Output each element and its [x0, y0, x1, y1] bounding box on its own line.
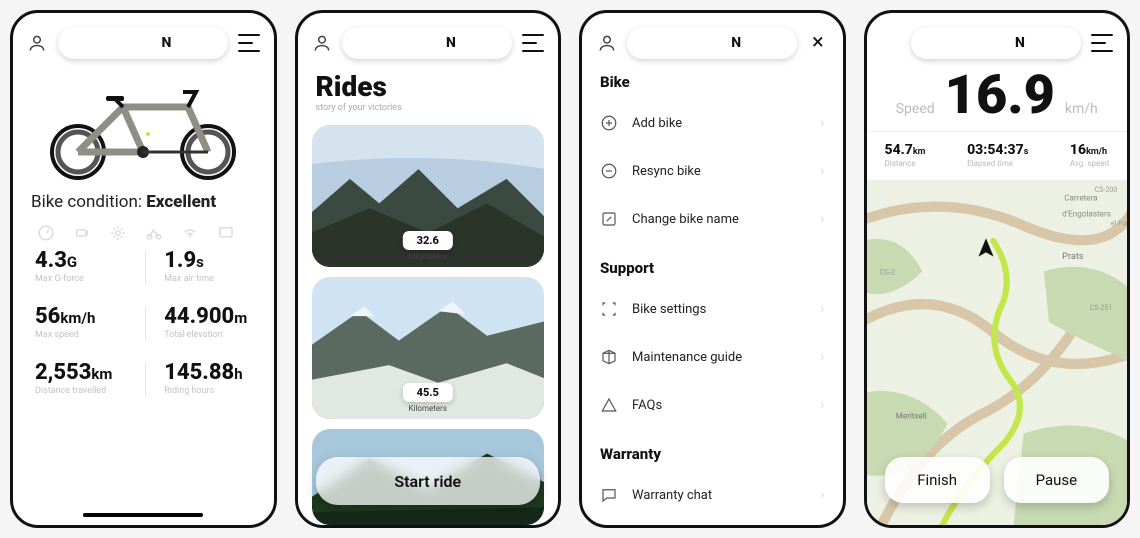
meta-avg: 16km/hAvg. speed: [1070, 142, 1109, 168]
gear-icon: [109, 224, 127, 242]
bike-condition: Bike condition: Excellent: [13, 184, 274, 218]
svg-text:Carretera: Carretera: [1064, 192, 1097, 202]
svg-text:Prats: Prats: [1062, 252, 1084, 262]
svg-text:CS-251: CS-251: [1089, 303, 1112, 312]
profile-icon[interactable]: [596, 32, 617, 54]
pause-button[interactable]: Pause: [1004, 457, 1109, 503]
screen-icon: [217, 224, 235, 242]
ride-meta: 54.7kmDistance 03:54:37sElapsed time 16k…: [867, 131, 1128, 180]
item-change-name[interactable]: Change bike name›: [600, 195, 825, 243]
svg-text:el Forn: el Forn: [1110, 219, 1127, 228]
signal-icon: [181, 224, 199, 242]
finish-button[interactable]: Finish: [885, 457, 990, 503]
meta-elapsed: 03:54:37sElapsed time: [967, 142, 1028, 168]
screen-home: SIRYON Bike condition: Excellent: [10, 10, 277, 528]
stat-elevation: 44.900mTotal elevation: [145, 306, 255, 340]
menu-icon[interactable]: [1091, 32, 1113, 54]
location-cursor-icon: [973, 235, 999, 265]
section-support: Support: [600, 243, 825, 285]
screen-ride-active: SIRYON Speed 16.9 km/h 54.7kmDistance 03…: [864, 10, 1131, 528]
menu-icon[interactable]: [238, 32, 260, 54]
item-add-bike[interactable]: Add bike›: [600, 99, 825, 147]
stats-grid: 4.3GMax G-force 1.9sMax air time 56km/hM…: [13, 250, 274, 396]
topbar: SIRYON: [867, 13, 1128, 69]
speed-value: 16.9: [945, 69, 1055, 123]
ride-controls: Finish Pause: [885, 457, 1110, 503]
ride-card[interactable]: 32.6Kilometers: [312, 125, 545, 267]
ride-distance-badge: 45.5Kilometers: [403, 383, 453, 413]
stat-distance: 2,553kmDistance travelled: [35, 362, 145, 396]
section-warranty: Warranty: [600, 429, 825, 471]
svg-text:d'Engolasters: d'Engolasters: [1062, 209, 1111, 219]
ride-distance-badge: 32.6Kilometers: [403, 231, 453, 261]
bike-image: [13, 69, 274, 184]
brand-pill[interactable]: SIRYON: [627, 27, 797, 59]
rides-header: Rides story of your victories: [298, 69, 559, 115]
svg-text:Meritxell: Meritxell: [895, 410, 926, 420]
svg-text:CG-2: CG-2: [879, 267, 894, 276]
stat-hours: 145.88hRiding hours: [145, 362, 255, 396]
battery-icon: [73, 224, 91, 242]
menu-icon[interactable]: [522, 32, 544, 54]
screen-rides: SIRYON Rides story of your victories 32.…: [295, 10, 562, 528]
stat-airtime: 1.9sMax air time: [145, 250, 255, 284]
svg-text:CS-200: CS-200: [1094, 185, 1117, 194]
page-title: Rides: [316, 73, 559, 101]
topbar: SIRYON: [13, 13, 274, 69]
dashboard-icon: [37, 224, 55, 242]
home-indicator: [83, 513, 203, 517]
condition-icons: [13, 218, 274, 250]
bike-icon: [145, 224, 163, 242]
item-maintenance[interactable]: Maintenance guide›: [600, 333, 825, 381]
close-icon[interactable]: ×: [807, 32, 828, 54]
brand-pill[interactable]: SIRYON: [911, 27, 1081, 59]
item-bike-settings[interactable]: Bike settings›: [600, 285, 825, 333]
start-ride-button[interactable]: Start ride: [316, 457, 541, 505]
screen-settings: SIRYON × Bike Add bike› Resync bike› Cha…: [579, 10, 846, 528]
brand-pill[interactable]: SIRYON: [58, 27, 228, 59]
settings-list: Bike Add bike› Resync bike› Change bike …: [582, 69, 843, 519]
map-view[interactable]: Carretera Prats CS-251 Meritxell CG-2 el…: [867, 180, 1128, 525]
stat-maxspeed: 56km/hMax speed: [35, 306, 145, 340]
item-warranty-chat[interactable]: Warranty chat›: [600, 471, 825, 519]
brand-pill[interactable]: SIRYON: [342, 27, 512, 59]
section-bike: Bike: [600, 69, 825, 99]
item-faqs[interactable]: FAQs›: [600, 381, 825, 429]
ride-card[interactable]: 45.5Kilometers: [312, 277, 545, 419]
speed-display: Speed 16.9 km/h: [867, 69, 1128, 123]
stat-gforce: 4.3GMax G-force: [35, 250, 145, 284]
item-resync-bike[interactable]: Resync bike›: [600, 147, 825, 195]
topbar: SIRYON: [298, 13, 559, 69]
brand-text: SIRYO: [112, 35, 162, 51]
profile-icon[interactable]: [312, 32, 333, 54]
meta-distance: 54.7kmDistance: [885, 142, 926, 168]
topbar: SIRYON ×: [582, 13, 843, 69]
profile-icon[interactable]: [27, 32, 48, 54]
